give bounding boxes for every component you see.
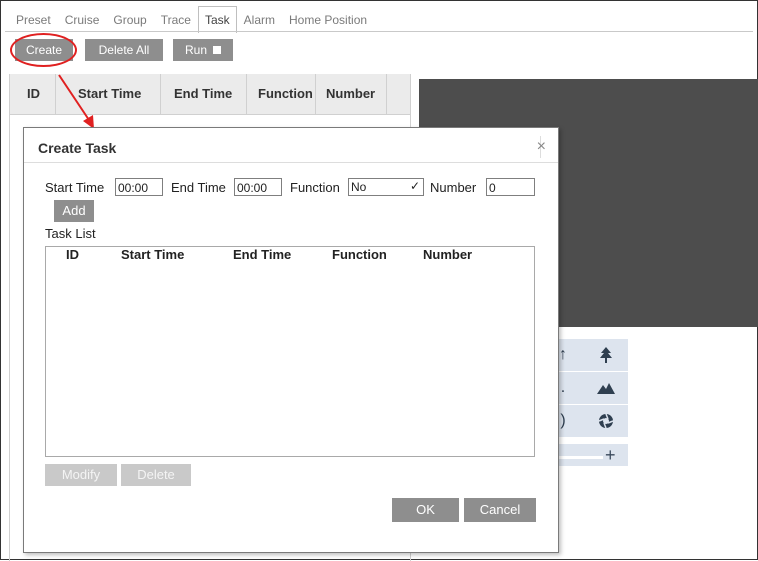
function-label: Function [290, 180, 340, 195]
modify-button[interactable]: Modify [45, 464, 117, 486]
delete-all-button[interactable]: Delete All [85, 39, 163, 61]
tab-preset[interactable]: Preset [9, 6, 58, 32]
zoom-slider[interactable] [556, 455, 604, 460]
tab-underline [5, 31, 753, 32]
column-divider [246, 74, 247, 114]
iris-icon-svg [598, 413, 614, 429]
task-table-header: ID Start Time End Time Function Number [10, 74, 410, 115]
tab-home-position[interactable]: Home Position [282, 6, 374, 32]
add-button[interactable]: Add [54, 200, 94, 222]
task-list-label: Task List [45, 226, 96, 241]
tree-large-icon[interactable] [584, 339, 628, 371]
column-id: ID [27, 86, 40, 101]
run-label: Run [184, 43, 207, 57]
function-select-value: No [351, 180, 367, 194]
chevron-down-icon: ✓ [409, 179, 420, 193]
tab-bar: Preset Cruise Group Trace Task Alarm Hom… [9, 6, 374, 33]
mountain-icon-svg [597, 382, 615, 394]
tree-icon-svg [600, 346, 612, 363]
task-list-column-function: Function [332, 247, 387, 262]
column-divider [55, 74, 56, 114]
tab-cruise[interactable]: Cruise [58, 6, 107, 32]
tab-task[interactable]: Task [197, 6, 237, 33]
column-divider [315, 74, 316, 114]
create-highlight-circle [10, 33, 77, 67]
end-time-input[interactable]: 00:00 [234, 178, 282, 196]
tab-trace[interactable]: Trace [154, 6, 198, 32]
tab-alarm[interactable]: Alarm [237, 6, 282, 32]
window-frame: Preset Cruise Group Trace Task Alarm Hom… [0, 0, 758, 561]
task-list-column-end-time: End Time [233, 247, 292, 262]
run-checkbox-icon [213, 46, 221, 54]
tab-group[interactable]: Group [106, 6, 153, 32]
task-list-column-start-time: Start Time [121, 247, 185, 262]
start-time-input[interactable]: 00:00 [115, 178, 163, 196]
task-list-column-number: Number [423, 247, 473, 262]
dialog-title: Create Task [38, 140, 117, 156]
column-end-time: End Time [174, 86, 233, 101]
run-button[interactable]: Run [173, 39, 233, 61]
create-task-dialog: Create Task × Start Time 00:00 End Time … [23, 127, 559, 553]
header-divider [24, 162, 558, 163]
mountain-large-icon[interactable] [584, 372, 628, 404]
column-divider [160, 74, 161, 114]
close-icon[interactable]: × [537, 138, 546, 156]
task-list-table: ID Start Time End Time Function Number [45, 246, 535, 457]
function-select[interactable]: No ✓ [348, 178, 424, 196]
column-number: Number [326, 86, 376, 101]
column-divider [386, 74, 387, 114]
delete-button[interactable]: Delete [121, 464, 191, 486]
number-input[interactable]: 0 [486, 178, 535, 196]
zoom-in-icon[interactable]: + [605, 445, 616, 466]
end-time-label: End Time [171, 180, 226, 195]
column-function: Function [258, 86, 313, 101]
ok-button[interactable]: OK [392, 498, 459, 522]
iris-open-icon[interactable] [584, 405, 628, 437]
task-list-column-id: ID [66, 247, 79, 262]
column-start-time: Start Time [78, 86, 142, 101]
cancel-button[interactable]: Cancel [464, 498, 536, 522]
number-label: Number [430, 180, 477, 195]
start-time-label: Start Time [45, 180, 105, 195]
